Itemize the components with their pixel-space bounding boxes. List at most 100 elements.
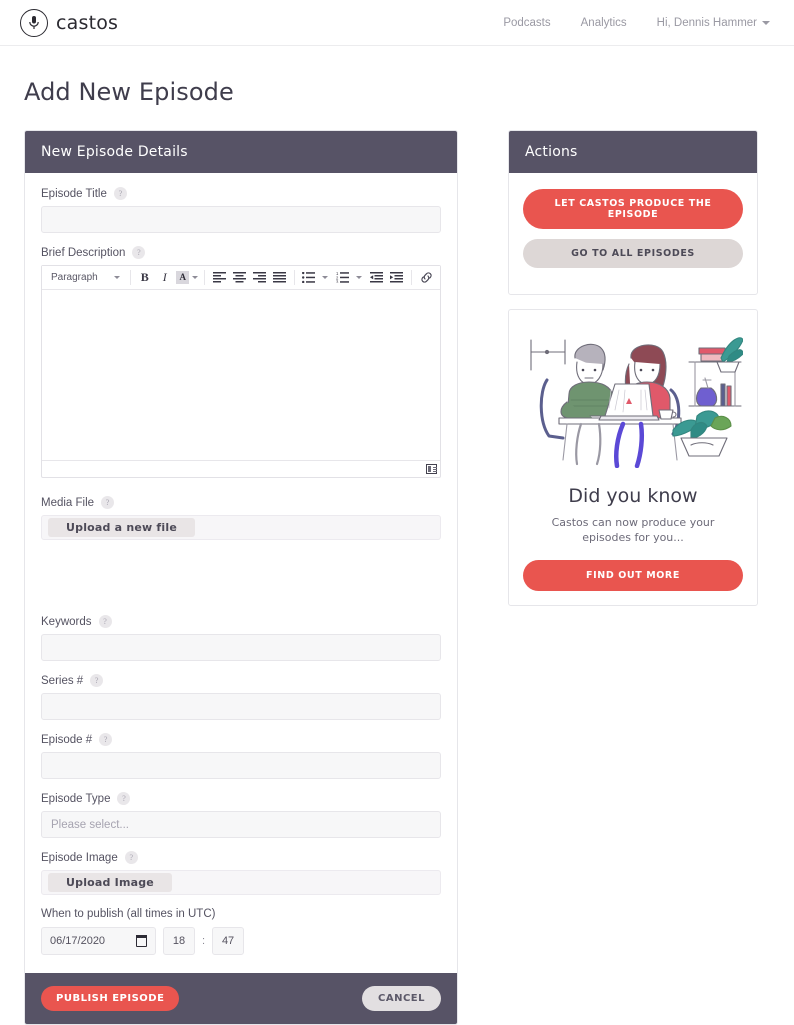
label-text: Brief Description [41, 246, 126, 259]
align-justify-icon[interactable] [270, 268, 289, 287]
promo-illustration [509, 310, 757, 477]
nav-link-analytics[interactable]: Analytics [581, 17, 627, 29]
calendar-icon [135, 935, 147, 947]
indent-icon[interactable] [387, 268, 406, 287]
brand-logo[interactable]: castos [20, 8, 119, 37]
panel-header-title: New Episode Details [25, 131, 457, 173]
find-out-more-button[interactable]: FIND OUT MORE [523, 559, 743, 591]
label-episode-type: Episode Type ? [41, 792, 441, 805]
main-column: New Episode Details Episode Title ? Brie… [24, 130, 458, 1025]
keywords-input[interactable] [41, 634, 441, 661]
link-icon[interactable] [417, 268, 436, 287]
toolbar-divider [204, 270, 205, 285]
microphone-icon [20, 8, 48, 37]
publish-minute-input[interactable]: 47 [212, 927, 245, 955]
episode-image-upload-row: Upload Image [41, 870, 441, 895]
help-icon-series-number[interactable]: ? [90, 674, 104, 687]
nav-account-menu[interactable]: Hi, Dennis Hammer [657, 17, 770, 29]
publish-date-value: 06/17/2020 [50, 935, 106, 947]
element-path-icon[interactable] [426, 464, 437, 474]
italic-icon[interactable]: I [155, 268, 174, 287]
actions-panel-header: Actions [509, 131, 757, 173]
label-text: Episode Title [41, 187, 107, 200]
label-episode-title: Episode Title ? [41, 187, 441, 200]
publish-date-input[interactable]: 06/17/2020 [41, 927, 156, 955]
nav-links: Podcasts Analytics Hi, Dennis Hammer [503, 17, 770, 29]
chevron-down-icon[interactable] [356, 276, 363, 279]
let-castos-produce-button[interactable]: LET CASTOS PRODUCE THE EPISODE [523, 189, 743, 229]
toolbar-divider [293, 270, 295, 285]
field-keywords: Keywords ? [41, 615, 441, 661]
field-media-file: Media File ? Upload a new file [41, 496, 441, 540]
help-icon-episode-type[interactable]: ? [117, 792, 131, 805]
chevron-down-icon [113, 276, 120, 279]
label-publish-datetime: When to publish (all times in UTC) [41, 908, 216, 920]
label-keywords: Keywords ? [41, 615, 441, 628]
chevron-down-icon [192, 276, 199, 279]
cancel-button[interactable]: CANCEL [362, 986, 441, 1011]
sidebar-column: Actions LET CASTOS PRODUCE THE EPISODE G… [508, 130, 758, 606]
brand-name: castos [56, 11, 119, 34]
label-episode-image: Episode Image ? [41, 851, 441, 864]
help-icon-episode-number[interactable]: ? [99, 733, 113, 746]
label-text: Keywords [41, 615, 92, 628]
upload-new-file-button[interactable]: Upload a new file [48, 518, 195, 537]
toolbar-divider [411, 270, 413, 285]
media-file-upload-row: Upload a new file [41, 515, 441, 540]
chevron-down-icon[interactable] [322, 276, 329, 279]
series-number-input[interactable] [41, 693, 441, 720]
editor-status-bar [42, 460, 440, 477]
nav-account-label: Hi, Dennis Hammer [656, 16, 757, 29]
help-icon-brief-description[interactable]: ? [132, 246, 146, 259]
episode-title-input[interactable] [41, 206, 441, 233]
publish-hour-input[interactable]: 18 [163, 927, 195, 955]
field-publish-datetime: When to publish (all times in UTC) 06/17… [41, 908, 441, 955]
go-to-all-episodes-button[interactable]: GO TO ALL EPISODES [523, 239, 743, 268]
bold-icon[interactable]: B [135, 268, 154, 287]
time-separator: : [202, 935, 206, 947]
editor-block-format-select[interactable]: Paragraph [46, 270, 125, 285]
episode-number-input[interactable] [41, 752, 441, 779]
page-title: Add New Episode [24, 78, 234, 106]
label-text: Episode Image [41, 851, 118, 864]
panel-body: Episode Title ? Brief Description ? Para… [25, 173, 457, 973]
editor-block-format-value: Paragraph [51, 272, 98, 283]
svg-text:3: 3 [336, 280, 339, 283]
editor-toolbar: Paragraph B I A 1 2 3 [42, 266, 440, 290]
field-episode-image: Episode Image ? Upload Image [41, 851, 441, 895]
align-left-icon[interactable] [210, 268, 229, 287]
label-episode-number: Episode # ? [41, 733, 441, 746]
promo-subtitle: Castos can now produce your episodes for… [551, 516, 715, 544]
label-media-file: Media File ? [41, 496, 441, 509]
upload-image-button[interactable]: Upload Image [48, 873, 172, 892]
episode-type-select[interactable] [41, 811, 441, 838]
align-right-icon[interactable] [250, 268, 269, 287]
label-brief-description: Brief Description ? [41, 246, 441, 259]
nav-link-podcasts[interactable]: Podcasts [503, 17, 550, 29]
help-icon-media-file[interactable]: ? [101, 496, 115, 509]
panel-footer: PUBLISH EPISODE CANCEL [25, 973, 457, 1024]
label-text: Episode Type [41, 792, 111, 805]
publish-datetime-row: 06/17/2020 18 : 47 [41, 927, 441, 955]
promo-title: Did you know [568, 485, 698, 507]
editor-content-area[interactable] [42, 290, 440, 460]
actions-panel-body: LET CASTOS PRODUCE THE EPISODE GO TO ALL… [509, 173, 757, 294]
help-icon-keywords[interactable]: ? [98, 615, 112, 628]
help-icon-episode-image[interactable]: ? [124, 851, 138, 864]
actions-panel: Actions LET CASTOS PRODUCE THE EPISODE G… [508, 130, 758, 295]
toolbar-divider [129, 270, 131, 285]
align-center-icon[interactable] [230, 268, 249, 287]
bullet-list-icon[interactable] [299, 268, 318, 287]
rich-text-editor: Paragraph B I A 1 2 3 [41, 265, 441, 478]
outdent-icon[interactable] [367, 268, 386, 287]
numbered-list-icon[interactable]: 123 [333, 268, 352, 287]
help-icon-episode-title[interactable]: ? [113, 187, 127, 200]
top-navigation-bar: castos Podcasts Analytics Hi, Dennis Ham… [0, 0, 794, 46]
publish-episode-button[interactable]: PUBLISH EPISODE [41, 986, 180, 1011]
field-episode-type: Episode Type ? [41, 792, 441, 838]
text-color-button[interactable]: A [175, 271, 199, 284]
field-series-number: Series # ? [41, 674, 441, 720]
label-series-number: Series # ? [41, 674, 441, 687]
field-episode-title: Episode Title ? [41, 187, 441, 233]
new-episode-details-panel: New Episode Details Episode Title ? Brie… [24, 130, 458, 1025]
